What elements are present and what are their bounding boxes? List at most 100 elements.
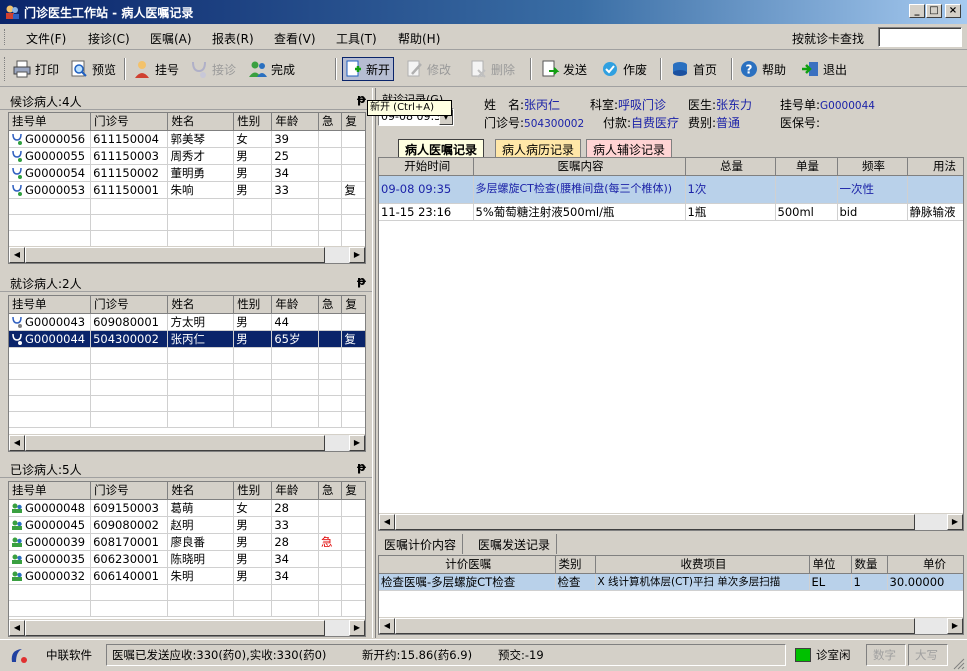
col-time[interactable]: 就 — [365, 296, 366, 313]
order-row[interactable]: 09-08 09:35 多层螺旋CT检查(腰椎间盘(每三个椎体)) 1次 一次性 — [379, 175, 963, 204]
col-category[interactable]: 类别 — [555, 556, 596, 574]
table-row[interactable]: G0000039 608170001廖良番男28急11 — [9, 533, 365, 551]
col-age[interactable]: 年龄 — [271, 296, 319, 314]
tab-case-records[interactable]: 病人病历记录 — [495, 139, 582, 157]
col-re[interactable]: 复 — [341, 296, 365, 314]
menu-receive[interactable]: 接诊(C) — [88, 30, 130, 47]
complete-button[interactable]: 完成 — [248, 57, 295, 81]
scroll-right-icon[interactable]: ▶ — [349, 620, 365, 636]
col-sex[interactable]: 性别 — [233, 296, 273, 314]
col-re[interactable]: 复 — [341, 113, 365, 131]
scroll-right-icon[interactable]: ▶ — [349, 247, 365, 263]
col-priced-order[interactable]: 计价医嘱 — [379, 556, 556, 574]
exit-button[interactable]: 退出 — [800, 57, 847, 81]
col-order-content[interactable]: 医嘱内容 — [473, 158, 686, 176]
scroll-left-icon[interactable]: ◀ — [379, 618, 395, 634]
horizontal-scrollbar[interactable]: ◀ ▶ — [379, 617, 963, 634]
edit-button[interactable]: 修改 — [404, 57, 451, 81]
scroll-right-icon[interactable]: ▶ — [349, 435, 365, 451]
col-re[interactable]: 复 — [341, 482, 365, 500]
table-row[interactable]: G0000056 611150004郭美琴女3911 — [9, 130, 365, 148]
col-single[interactable]: 单量 — [775, 158, 838, 176]
col-name[interactable]: 姓名 — [167, 296, 235, 314]
help-button[interactable]: ? 帮助 — [739, 57, 786, 81]
tab-order-records[interactable]: 病人医嘱记录 — [398, 139, 485, 157]
table-row[interactable]: G0000035 606230001陈晓明男3411 — [9, 550, 365, 568]
col-reg-no[interactable]: 挂号单 — [9, 113, 92, 131]
send-button[interactable]: 发送 — [540, 57, 587, 81]
tab-order-pricing[interactable]: 医嘱计价内容 — [378, 534, 464, 554]
scroll-thumb[interactable] — [25, 620, 325, 636]
maximize-button[interactable]: □ — [926, 4, 942, 18]
title-bar[interactable]: 门诊医生工作站 - 病人医嘱记录 _ □ × — [0, 0, 967, 24]
pin-icon[interactable]: ᵽ — [357, 460, 366, 474]
tab-order-send-records[interactable]: 医嘱发送记录 — [472, 534, 558, 554]
preview-button[interactable]: 预览 — [69, 57, 116, 81]
menu-file[interactable]: 文件(F) — [26, 30, 66, 47]
horizontal-scrollbar[interactable]: ◀ ▶ — [9, 619, 365, 636]
menubar-grip[interactable] — [4, 29, 7, 45]
col-urgent[interactable]: 急 — [318, 113, 343, 131]
col-unit[interactable]: 单位 — [809, 556, 852, 574]
col-frequency[interactable]: 频率 — [837, 158, 908, 176]
tab-aux-records[interactable]: 病人辅诊记录 — [586, 139, 673, 157]
col-sex[interactable]: 性别 — [233, 482, 273, 500]
home-button[interactable]: 首页 — [670, 57, 717, 81]
scroll-right-icon[interactable]: ▶ — [947, 514, 963, 530]
table-row[interactable]: G0000054 611150002董明勇男3411 — [9, 164, 365, 182]
print-button[interactable]: 打印 — [12, 57, 59, 81]
horizontal-scrollbar[interactable]: ◀ ▶ — [9, 246, 365, 263]
col-name[interactable]: 姓名 — [167, 113, 235, 131]
col-age[interactable]: 年龄 — [271, 482, 319, 500]
col-clinic-no[interactable]: 门诊号 — [90, 296, 169, 314]
scroll-left-icon[interactable]: ◀ — [9, 620, 25, 636]
col-clinic-no[interactable]: 门诊号 — [90, 113, 169, 131]
table-row[interactable]: G0000043 609080001方太明男4409 — [9, 313, 365, 331]
scroll-left-icon[interactable]: ◀ — [9, 435, 25, 451]
col-time[interactable]: 挂 — [365, 113, 366, 130]
scroll-left-icon[interactable]: ◀ — [379, 514, 395, 530]
minimize-button[interactable]: _ — [909, 4, 925, 18]
table-row[interactable]: G0000048 609150003葛萌女2811 — [9, 499, 365, 517]
scroll-thumb[interactable] — [25, 247, 325, 263]
receive-button[interactable]: 接诊 — [189, 57, 236, 81]
col-name[interactable]: 姓名 — [167, 482, 235, 500]
menu-view[interactable]: 查看(V) — [274, 30, 316, 47]
close-button[interactable]: × — [945, 4, 961, 18]
col-unit-price[interactable]: 单价 — [887, 556, 963, 574]
col-clinic-no[interactable]: 门诊号 — [90, 482, 169, 500]
col-usage[interactable]: 用法 — [907, 158, 963, 176]
col-urgent[interactable]: 急 — [318, 296, 343, 314]
col-reg-no[interactable]: 挂号单 — [9, 296, 92, 314]
pin-icon[interactable]: ᵽ — [357, 274, 366, 288]
col-quantity[interactable]: 数量 — [851, 556, 888, 574]
col-reg-no[interactable]: 挂号单 — [9, 482, 92, 500]
horizontal-scrollbar[interactable]: ◀ ▶ — [9, 434, 365, 451]
void-button[interactable]: 作废 — [600, 57, 647, 81]
menu-tools[interactable]: 工具(T) — [336, 30, 377, 47]
col-total[interactable]: 总量 — [685, 158, 776, 176]
table-row[interactable]: G0000055 611150003周秀才男2511 — [9, 147, 365, 165]
table-row[interactable]: G0000053 611150001朱响男33复11 — [9, 181, 365, 199]
selected-table-row[interactable]: G0000044 504300002张丙仁男65岁复09 — [9, 330, 365, 348]
card-lookup-input[interactable] — [878, 27, 962, 47]
scroll-thumb[interactable] — [25, 435, 325, 451]
scroll-thumb[interactable] — [395, 514, 915, 530]
pricing-row[interactable]: 检查医嘱-多层螺旋CT检查 检查 X 线计算机体层(CT)平扫 单次多层扫描 E… — [379, 573, 963, 591]
col-age[interactable]: 年龄 — [271, 113, 319, 131]
toolbar-grip[interactable] — [4, 57, 7, 81]
col-urgent[interactable]: 急 — [318, 482, 343, 500]
menu-reports[interactable]: 报表(R) — [212, 30, 254, 47]
table-row[interactable]: G0000045 609080002赵明男3311 — [9, 516, 365, 534]
menu-orders[interactable]: 医嘱(A) — [150, 30, 192, 47]
order-row[interactable]: 11-15 23:16 5%葡萄糖注射液500ml/瓶 1瓶 500ml bid… — [379, 203, 963, 221]
horizontal-scrollbar[interactable]: ◀ ▶ — [379, 513, 963, 530]
scroll-left-icon[interactable]: ◀ — [9, 247, 25, 263]
col-charge-item[interactable]: 收费项目 — [595, 556, 810, 574]
table-row[interactable]: G0000032 606140001朱明男3411 — [9, 567, 365, 585]
vertical-splitter[interactable] — [372, 88, 376, 638]
register-button[interactable]: 挂号 — [132, 57, 179, 81]
col-start-time[interactable]: 开始时间 — [379, 158, 474, 176]
scroll-right-icon[interactable]: ▶ — [947, 618, 963, 634]
scroll-thumb[interactable] — [395, 618, 915, 634]
